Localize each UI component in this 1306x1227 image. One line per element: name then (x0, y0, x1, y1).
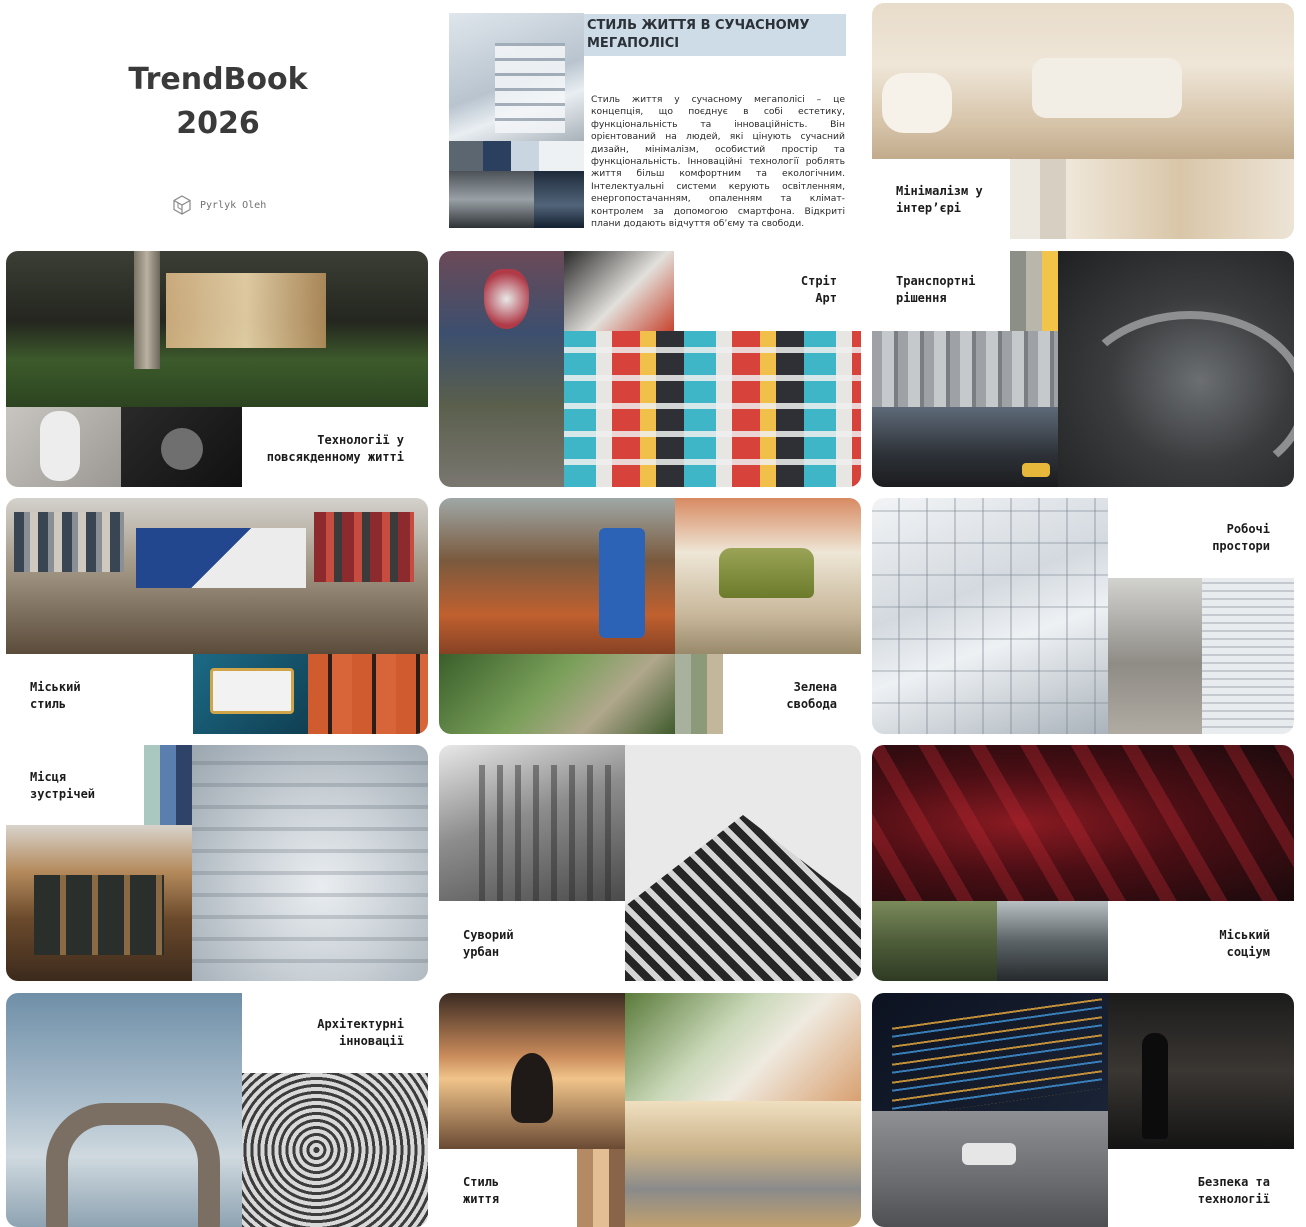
intro-body-text: Стиль життя у сучасному мегаполісі – це … (591, 94, 845, 230)
transport-swatch-gray (1010, 251, 1026, 331)
atrium-frames (872, 498, 1108, 734)
bike-sign (599, 528, 645, 638)
lifestyle-swatch-tan (577, 1149, 593, 1227)
transport-swatch-yellow (1042, 251, 1058, 331)
yellow-taxi (1022, 463, 1050, 477)
house-window-light (166, 273, 326, 348)
market-food-photo (872, 901, 997, 981)
highway-curve (1072, 311, 1294, 487)
green-swatch-olive (691, 654, 707, 734)
shelf-decor-photo (1066, 159, 1294, 239)
author-signature: Pyrlyk Oleh (172, 195, 266, 215)
intro-swatch-white (539, 141, 584, 171)
board-label: Архітектурні інновації (317, 1017, 404, 1048)
lifestyle-swatch-brown (609, 1149, 625, 1227)
board-label: Транспортні рішення (896, 274, 976, 305)
cube-logo-icon (172, 195, 192, 215)
twisted-sculpture (46, 1103, 220, 1227)
speaker-device (161, 428, 203, 470)
cctv-cameras-photo (872, 1111, 1108, 1227)
cover-title-line2: 2026 (176, 106, 260, 141)
board-lifestyle[interactable] (439, 993, 861, 1227)
graffiti-heart (484, 269, 529, 329)
running-road-photo (625, 1101, 861, 1227)
subway-train-photo (872, 331, 1058, 407)
intro-swatch-navy (483, 141, 511, 171)
meeting-swatch-blue (160, 745, 176, 825)
hanging-clothes-right (314, 512, 414, 582)
board-label: Безпека та технології (1197, 1175, 1270, 1206)
red-fabric-folds (872, 745, 1294, 901)
parametric-facade-photo (242, 1073, 428, 1227)
board-label: Міський стиль (30, 680, 81, 711)
camera-device (40, 411, 80, 481)
meeting-swatch-navy (176, 745, 192, 825)
cctv-camera (962, 1143, 1016, 1165)
balcony-rails (564, 331, 861, 487)
board-label: Зелена свобода (786, 680, 837, 711)
cooking-photo (625, 993, 861, 1101)
intro-title-banner: СТИЛЬ ЖИТТЯ В СУЧАСНОМУ МЕГАПОЛІСІ (584, 14, 846, 56)
interior-swatch-sand (1040, 159, 1066, 239)
security-guard (1142, 1033, 1168, 1139)
green-swatch-sage (675, 654, 691, 734)
board-label: Мінімалізм у інтер’єрі (896, 184, 983, 215)
author-name: Pyrlyk Oleh (200, 199, 267, 211)
board-label: Стріт Арт (800, 274, 837, 305)
yoga-silhouette (511, 1053, 553, 1123)
board-label: Місця зустрічей (30, 770, 96, 801)
security-lobby-photo (1108, 993, 1294, 1149)
crowd-hall-photo (997, 901, 1108, 981)
tower-facade-photo (1202, 578, 1294, 734)
open-sign-board (210, 668, 294, 714)
concrete-windows (479, 765, 619, 901)
intro-swatch-light (511, 141, 539, 171)
transport-swatch-stone (1026, 251, 1042, 331)
interior-swatch-beige (1010, 159, 1040, 239)
green-van (719, 548, 814, 598)
intro-corridor-photo (534, 171, 584, 228)
cafe-windows (34, 875, 164, 955)
board-label: Міський соціум (1219, 928, 1270, 959)
cover-title-line1: TrendBook (128, 62, 308, 97)
tree-trunk (134, 251, 160, 369)
armchair-shape (882, 73, 952, 133)
board-label: Стиль життя (463, 1175, 500, 1206)
park-aerial-photo (439, 654, 675, 734)
intro-facade-detail (495, 43, 565, 133)
board-label: Суворий урбан (463, 928, 514, 959)
intro-swatch-gray (449, 141, 483, 171)
orange-wall-walker-photo (308, 654, 428, 734)
board-label: Технології у повсякденному житті (266, 433, 404, 464)
board-label: Робочі простори (1212, 522, 1270, 553)
blue-triangle-wall (136, 528, 306, 588)
office-corridor-photo (1108, 578, 1202, 734)
meeting-swatch-mint (144, 745, 160, 825)
sofa-shape (1032, 58, 1182, 118)
hanging-clothes-left (14, 512, 124, 572)
green-swatch-khaki (707, 654, 723, 734)
intro-title: СТИЛЬ ЖИТТЯ В СУЧАСНОМУ МЕГАПОЛІСІ (587, 18, 810, 51)
intro-underpass-photo (449, 171, 534, 228)
lifestyle-swatch-peach (593, 1149, 609, 1227)
geometric-mural-photo (564, 251, 674, 331)
library-shelves (192, 745, 428, 981)
